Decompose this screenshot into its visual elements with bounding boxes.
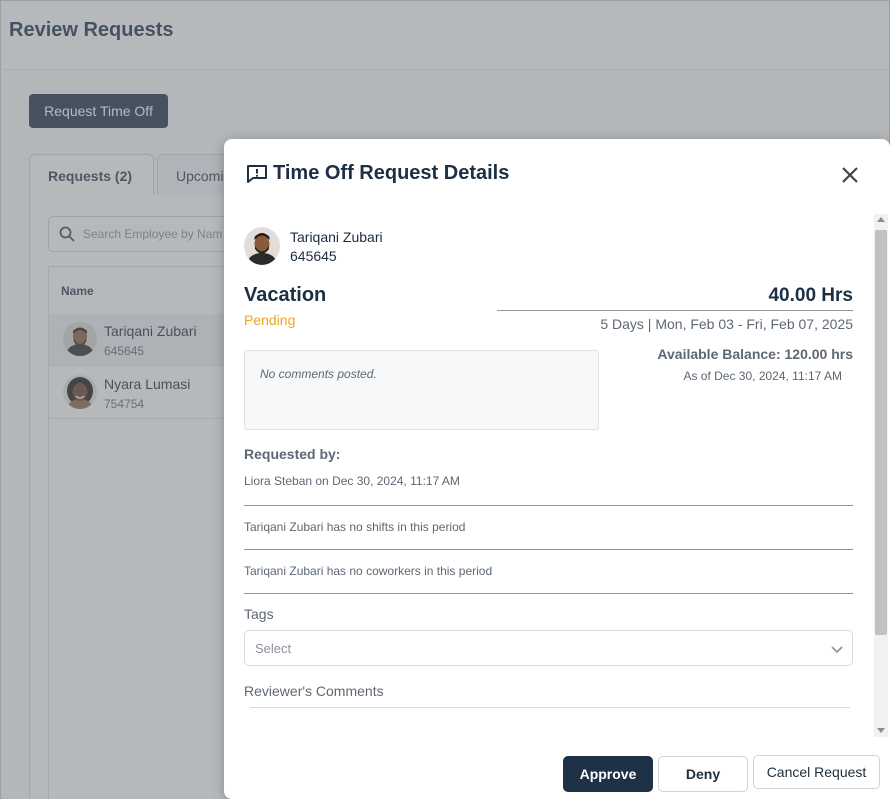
avatar	[244, 227, 280, 265]
request-dates: 5 Days | Mon, Feb 03 - Fri, Feb 07, 2025	[600, 316, 853, 332]
coworkers-note: Tariqani Zubari has no coworkers in this…	[244, 564, 493, 578]
scroll-down-arrow[interactable]	[877, 728, 885, 733]
request-hours: 40.00 Hrs	[768, 285, 853, 306]
reviewer-comments-label: Reviewer's Comments	[244, 683, 384, 699]
shifts-note: Tariqani Zubari has no shifts in this pe…	[244, 520, 466, 534]
time-off-details-modal: Time Off Request Details Tariqani Zubari…	[224, 139, 890, 799]
tags-select[interactable]: Select	[244, 630, 853, 666]
tags-label: Tags	[244, 606, 274, 622]
status-badge: Pending	[244, 312, 296, 328]
scroll-up-arrow[interactable]	[877, 217, 885, 222]
cancel-request-button[interactable]: Cancel Request	[753, 755, 880, 789]
request-type: Vacation	[244, 284, 327, 306]
modal-title: Time Off Request Details	[273, 162, 510, 184]
divider	[244, 505, 853, 506]
requested-by-label: Requested by:	[244, 446, 341, 462]
hours-divider	[497, 310, 853, 311]
reviewer-comments-field[interactable]	[250, 707, 850, 708]
close-icon[interactable]	[841, 166, 859, 184]
divider	[244, 549, 853, 550]
comments-box: No comments posted.	[244, 350, 599, 430]
available-balance: Available Balance: 120.00 hrs	[657, 346, 853, 362]
chevron-down-icon	[831, 646, 843, 654]
employee-name: Tariqani Zubari	[290, 229, 383, 245]
deny-button[interactable]: Deny	[658, 756, 748, 792]
approve-button[interactable]: Approve	[563, 756, 653, 792]
feedback-icon	[247, 165, 267, 183]
requested-by-value: Liora Steban on Dec 30, 2024, 11:17 AM	[244, 474, 460, 488]
modal-scrollbar[interactable]	[874, 214, 888, 737]
scroll-thumb[interactable]	[875, 230, 887, 635]
balance-as-of: As of Dec 30, 2024, 11:17 AM	[683, 369, 842, 383]
divider	[244, 593, 853, 594]
comments-text: No comments posted.	[260, 367, 377, 381]
employee-id: 645645	[290, 248, 337, 264]
tags-placeholder: Select	[255, 641, 292, 656]
